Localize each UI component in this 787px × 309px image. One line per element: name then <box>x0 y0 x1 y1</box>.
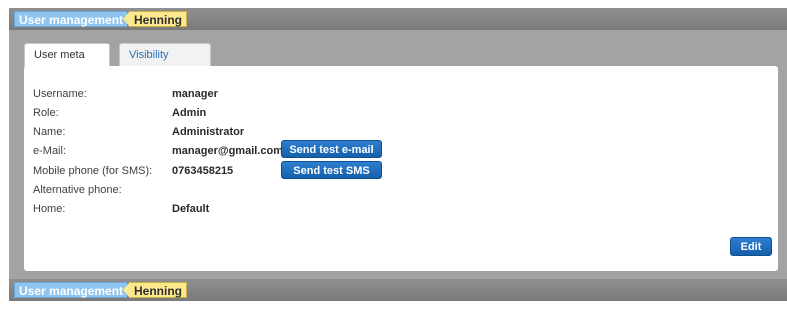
breadcrumb-current-user: Henning <box>123 11 187 27</box>
alternative-phone-label: Alternative phone: <box>33 184 122 196</box>
role-value: Admin <box>172 107 207 119</box>
tab-visibility-settings[interactable]: Visibility settings <box>119 43 211 83</box>
edit-button[interactable]: Edit <box>730 237 772 256</box>
name-label: Name: <box>33 126 66 138</box>
send-test-sms-button[interactable]: Send test SMS <box>281 161 382 179</box>
email-value: manager@gmail.com <box>172 145 283 157</box>
breadcrumb-current-user: Henning <box>123 282 187 298</box>
send-test-email-button[interactable]: Send test e-mail <box>281 140 382 158</box>
breadcrumb-user-management[interactable]: User management <box>14 11 128 27</box>
breadcrumb-bar-top: User management Henning <box>9 8 787 30</box>
breadcrumb-bar-bottom: User management Henning <box>9 279 787 301</box>
username-value: manager <box>172 88 218 100</box>
mobile-phone-label: Mobile phone (for SMS): <box>33 165 153 177</box>
email-label: e-Mail: <box>33 145 67 157</box>
mobile-phone-value: 0763458215 <box>172 165 234 177</box>
name-value: Administrator <box>172 126 245 138</box>
role-label: Role: <box>33 107 59 119</box>
tab-user-meta-data[interactable]: User meta data <box>24 43 110 83</box>
home-label: Home: <box>33 203 66 215</box>
breadcrumb-user-management[interactable]: User management <box>14 282 128 298</box>
username-label: Username: <box>33 88 87 100</box>
home-value: Default <box>172 203 210 215</box>
